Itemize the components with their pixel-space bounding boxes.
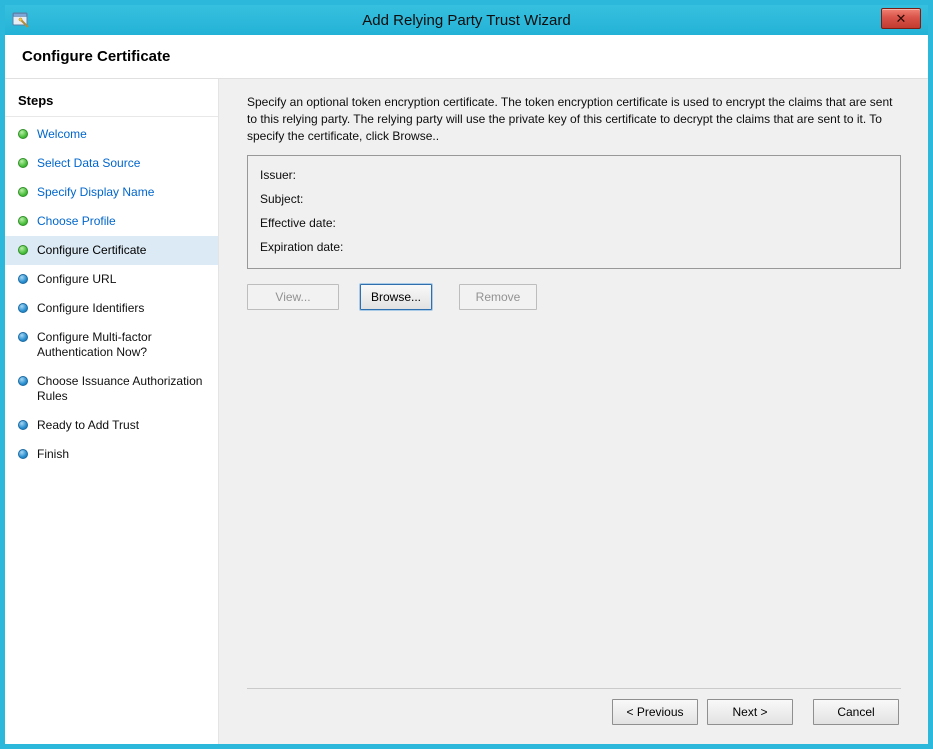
sidebar-item-select-data-source[interactable]: Select Data Source	[5, 149, 218, 178]
sidebar-item-choose-issuance-rules: Choose Issuance Authorization Rules	[5, 367, 218, 411]
sidebar-item-configure-certificate: Configure Certificate	[5, 236, 218, 265]
sidebar-item-choose-profile[interactable]: Choose Profile	[5, 207, 218, 236]
wizard-window: Add Relying Party Trust Wizard ✕ Configu…	[0, 0, 933, 749]
step-complete-icon	[18, 158, 28, 168]
sidebar-item-configure-url: Configure URL	[5, 265, 218, 294]
certificate-actions: View... Browse... Remove	[247, 284, 901, 310]
close-button[interactable]: ✕	[881, 8, 921, 29]
cert-subject-label: Subject:	[260, 187, 888, 211]
step-pending-icon	[18, 376, 28, 386]
sidebar-item-specify-display-name[interactable]: Specify Display Name	[5, 178, 218, 207]
step-pending-icon	[18, 303, 28, 313]
main-panel: Specify an optional token encryption cer…	[219, 79, 928, 744]
next-button[interactable]: Next >	[707, 699, 793, 725]
sidebar-item-configure-identifiers: Configure Identifiers	[5, 294, 218, 323]
remove-button: Remove	[459, 284, 537, 310]
sidebar-item-ready-to-add-trust: Ready to Add Trust	[5, 411, 218, 440]
previous-button[interactable]: < Previous	[612, 699, 698, 725]
browse-button[interactable]: Browse...	[360, 284, 432, 310]
step-complete-icon	[18, 129, 28, 139]
close-icon: ✕	[896, 10, 907, 28]
step-pending-icon	[18, 420, 28, 430]
window-title: Add Relying Party Trust Wizard	[5, 12, 928, 29]
step-pending-icon	[18, 332, 28, 342]
view-button: View...	[247, 284, 339, 310]
step-complete-icon	[18, 216, 28, 226]
certificate-details-box: Issuer: Subject: Effective date: Expirat…	[247, 155, 901, 269]
steps-heading: Steps	[5, 86, 218, 117]
sidebar-item-finish: Finish	[5, 440, 218, 469]
step-pending-icon	[18, 274, 28, 284]
cert-effective-date-label: Effective date:	[260, 211, 888, 235]
step-pending-icon	[18, 449, 28, 459]
titlebar: Add Relying Party Trust Wizard ✕	[5, 5, 928, 35]
step-current-icon	[18, 245, 28, 255]
cancel-button[interactable]: Cancel	[813, 699, 899, 725]
cert-expiration-date-label: Expiration date:	[260, 235, 888, 259]
steps-sidebar: Steps Welcome Select Data Source Specify…	[5, 79, 219, 744]
page-title: Configure Certificate	[22, 48, 170, 65]
instructions-text: Specify an optional token encryption cer…	[247, 94, 901, 145]
wizard-body: Steps Welcome Select Data Source Specify…	[5, 79, 928, 744]
sidebar-item-configure-mfa: Configure Multi-factor Authentication No…	[5, 323, 218, 367]
cert-issuer-label: Issuer:	[260, 163, 888, 187]
sidebar-item-welcome[interactable]: Welcome	[5, 120, 218, 149]
wizard-navigation: < Previous Next > Cancel	[247, 688, 901, 732]
page-header: Configure Certificate	[5, 35, 928, 79]
step-complete-icon	[18, 187, 28, 197]
